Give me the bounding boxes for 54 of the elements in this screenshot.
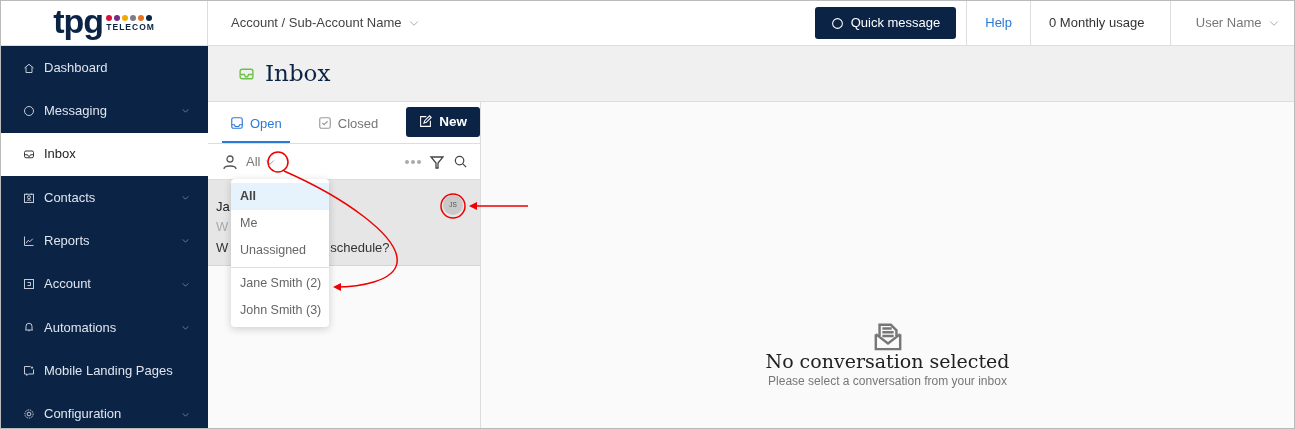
assignee-dropdown[interactable]: All xyxy=(246,151,276,172)
help-link[interactable]: Help xyxy=(985,13,1012,33)
checked-box-icon xyxy=(317,116,332,131)
empty-state-subtitle: Please select a conversation from your inbox xyxy=(768,373,1007,390)
dropdown-item[interactable]: Unassigned xyxy=(231,236,329,264)
empty-state-title: No conversation selected xyxy=(765,351,1010,372)
document-icon xyxy=(23,278,35,291)
annotation-arrow xyxy=(469,202,529,210)
sidebar-item[interactable]: Dashboard xyxy=(1,46,208,90)
inbox-icon xyxy=(23,148,35,161)
new-button[interactable]: New xyxy=(406,106,481,137)
inbox-tray-icon xyxy=(230,116,244,131)
line-chart-icon xyxy=(23,234,35,247)
screen-icon xyxy=(23,364,35,377)
sidebar-item[interactable]: Reports xyxy=(1,219,208,263)
sidebar-item[interactable]: Configuration xyxy=(1,392,208,429)
quick-message-button[interactable]: Quick message xyxy=(814,7,957,39)
message-preview: W xyxy=(216,239,229,257)
edit-icon xyxy=(419,115,433,129)
home-icon xyxy=(23,61,35,74)
logo-subtitle: TELECOM xyxy=(106,22,155,32)
user-icon xyxy=(222,153,238,170)
contact-card-icon xyxy=(23,191,35,204)
dropdown-item[interactable]: All xyxy=(231,183,329,210)
user-menu[interactable]: User Name xyxy=(1195,13,1280,33)
message-preview: schedule? xyxy=(330,239,390,257)
chat-bubble-icon xyxy=(830,16,844,30)
usage-text: 0 Monthly usage xyxy=(1049,14,1145,33)
bell-icon xyxy=(23,321,35,334)
chevron-down-icon xyxy=(181,236,190,246)
sidebar-item[interactable]: Account xyxy=(1,262,208,306)
sidebar-item[interactable]: Mobile Landing Pages xyxy=(1,349,208,393)
chevron-down-icon xyxy=(181,193,190,203)
sidebar-item[interactable]: Messaging xyxy=(1,89,208,133)
annotation-circle xyxy=(267,151,289,173)
gear-icon xyxy=(23,408,35,420)
dropdown-item[interactable]: John Smith (3) xyxy=(231,296,329,324)
sidebar-item[interactable]: Automations xyxy=(1,305,208,350)
contact-name: Ja xyxy=(216,199,230,214)
dropdown-item[interactable]: Jane Smith (2) xyxy=(231,266,329,297)
account-selector[interactable]: Account / Sub-Account Name xyxy=(208,1,421,45)
more-icon xyxy=(405,159,421,164)
sidebar-item[interactable]: Inbox xyxy=(1,132,208,176)
dropdown-item[interactable]: Me xyxy=(231,209,329,237)
sidebar-item[interactable]: Contacts xyxy=(1,175,208,220)
message-subject: W xyxy=(216,219,229,234)
filter-icon xyxy=(429,153,445,170)
logo-wordmark: tpg xyxy=(53,4,103,38)
envelope-icon xyxy=(872,321,903,352)
search-icon xyxy=(453,154,468,169)
chat-bubble-icon xyxy=(23,104,35,117)
page-title: Inbox xyxy=(265,59,331,89)
chevron-down-icon xyxy=(181,106,190,116)
tab[interactable]: Closed xyxy=(309,113,387,143)
